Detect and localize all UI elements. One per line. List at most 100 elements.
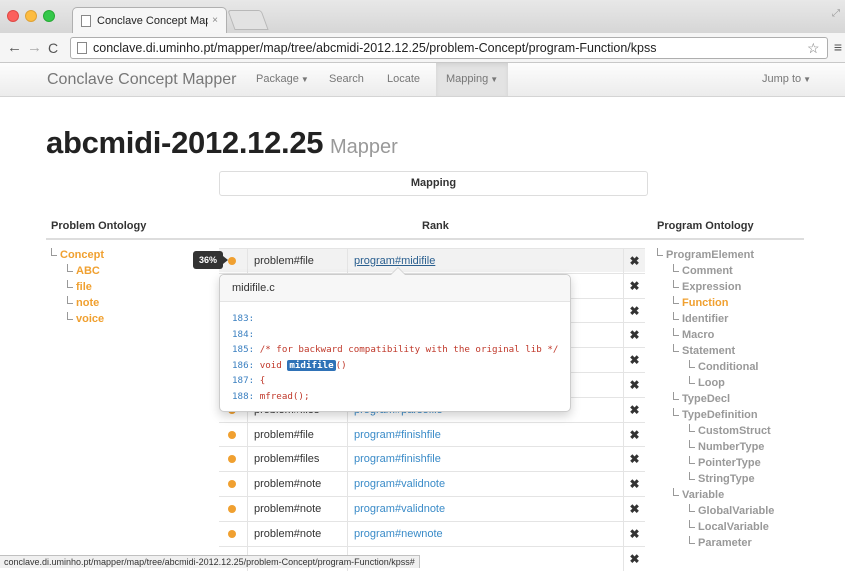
table-row[interactable]: problem#note program#validnote ✖ bbox=[219, 496, 645, 521]
remove-mapping-icon[interactable]: ✖ bbox=[623, 373, 645, 397]
table-row[interactable]: problem#file program#midifile ✖ bbox=[219, 248, 645, 273]
tree-node-abc[interactable]: ABC bbox=[67, 264, 100, 278]
remove-mapping-icon[interactable]: ✖ bbox=[623, 273, 645, 298]
tree-node-label: Identifier bbox=[682, 313, 729, 325]
browser-tab[interactable]: Conclave Concept Mapper × bbox=[72, 7, 227, 33]
tree-node-function[interactable]: Function bbox=[673, 296, 728, 310]
bookmark-star-icon[interactable]: ☆ bbox=[807, 40, 827, 57]
forward-arrow-icon[interactable]: → bbox=[27, 38, 42, 58]
tree-elbow bbox=[673, 280, 679, 288]
line-number: 188: bbox=[232, 390, 255, 402]
table-row[interactable]: problem#note program#validnote ✖ bbox=[219, 471, 645, 497]
tree-elbow bbox=[51, 248, 57, 256]
code-text: mfread(); bbox=[259, 390, 310, 402]
page-icon bbox=[81, 14, 91, 27]
popover-title: midifile.c bbox=[220, 275, 570, 302]
nav-mapping[interactable]: Mapping ▼ bbox=[436, 63, 509, 96]
new-tab-button[interactable] bbox=[227, 10, 269, 30]
tree-elbow bbox=[689, 360, 695, 368]
tree-node-typedefinition[interactable]: TypeDefinition bbox=[673, 408, 758, 422]
tree-node-pointertype[interactable]: PointerType bbox=[689, 456, 761, 470]
problem-ontology-heading: Problem Ontology bbox=[51, 220, 147, 232]
remove-mapping-icon[interactable]: ✖ bbox=[623, 521, 645, 546]
tree-node-label: file bbox=[76, 281, 92, 293]
nav-package[interactable]: Package ▼ bbox=[246, 63, 319, 96]
remove-mapping-icon[interactable]: ✖ bbox=[623, 546, 645, 571]
tree-node-variable[interactable]: Variable bbox=[673, 488, 724, 502]
tree-node-identifier[interactable]: Identifier bbox=[673, 312, 728, 326]
code-text: { bbox=[259, 375, 266, 387]
nav-search[interactable]: Search bbox=[319, 63, 374, 96]
program-concept-link[interactable]: program#newnote bbox=[347, 521, 623, 546]
tree-node-concept[interactable]: Concept bbox=[51, 248, 104, 262]
tree-node-label: Macro bbox=[682, 329, 715, 341]
tree-node-label: TypeDefinition bbox=[682, 409, 758, 421]
nav-jump-label: Jump to bbox=[762, 73, 802, 85]
remove-mapping-icon[interactable]: ✖ bbox=[623, 249, 645, 273]
close-window-button[interactable] bbox=[7, 10, 19, 22]
remove-mapping-icon[interactable]: ✖ bbox=[623, 472, 645, 497]
remove-mapping-icon[interactable]: ✖ bbox=[623, 348, 645, 373]
code-line: 187: { bbox=[232, 373, 558, 389]
program-concept-link[interactable]: program#finishfile bbox=[347, 447, 623, 472]
tree-node-typedecl[interactable]: TypeDecl bbox=[673, 392, 730, 406]
tree-node-numbertype[interactable]: NumberType bbox=[689, 440, 764, 454]
nav-locate[interactable]: Locate bbox=[377, 63, 430, 96]
code-line: 184: bbox=[232, 327, 558, 343]
tree-node-label: Parameter bbox=[698, 537, 752, 549]
tree-node-conditional[interactable]: Conditional bbox=[689, 360, 759, 374]
line-number: 184: bbox=[232, 328, 255, 340]
address-bar[interactable]: conclave.di.uminho.pt/mapper/map/tree/ab… bbox=[70, 37, 828, 59]
code-text: void bbox=[259, 359, 288, 371]
tree-node-expression[interactable]: Expression bbox=[673, 280, 741, 294]
table-row[interactable]: problem#note program#newnote ✖ bbox=[219, 520, 645, 546]
fullscreen-icon[interactable]: ⤢ bbox=[832, 8, 840, 19]
minimize-window-button[interactable] bbox=[25, 10, 37, 22]
tree-node-loop[interactable]: Loop bbox=[689, 376, 725, 390]
remove-mapping-icon[interactable]: ✖ bbox=[623, 298, 645, 323]
tree-node-file[interactable]: file bbox=[67, 280, 92, 294]
table-row[interactable]: problem#files program#finishfile ✖ bbox=[219, 446, 645, 472]
tree-node-label: Statement bbox=[682, 345, 736, 357]
nav-jump-to[interactable]: Jump to ▼ bbox=[752, 63, 821, 96]
remove-mapping-icon[interactable]: ✖ bbox=[623, 397, 645, 422]
tree-node-voice[interactable]: voice bbox=[67, 312, 104, 326]
remove-mapping-icon[interactable]: ✖ bbox=[623, 323, 645, 348]
remove-mapping-icon[interactable]: ✖ bbox=[623, 447, 645, 472]
tree-elbow bbox=[689, 376, 695, 384]
program-concept-link[interactable]: program#finishfile bbox=[347, 422, 623, 447]
browser-menu-icon[interactable]: ≡ bbox=[834, 39, 842, 55]
tree-node-label: Loop bbox=[698, 377, 725, 389]
tree-node-stringtype[interactable]: StringType bbox=[689, 472, 755, 486]
tree-node-parameter[interactable]: Parameter bbox=[689, 536, 752, 550]
tree-node-statement[interactable]: Statement bbox=[673, 344, 735, 358]
back-arrow-icon[interactable]: ← bbox=[7, 38, 22, 58]
program-concept-link[interactable]: program#validnote bbox=[347, 497, 623, 521]
tree-elbow bbox=[67, 280, 73, 288]
tree-node-label: Comment bbox=[682, 265, 733, 277]
tree-node-programelement[interactable]: ProgramElement bbox=[657, 248, 754, 262]
code-text: /* for backward compatibility with the o… bbox=[259, 344, 559, 356]
zoom-window-button[interactable] bbox=[43, 10, 55, 22]
tree-node-note[interactable]: note bbox=[67, 296, 99, 310]
remove-mapping-icon[interactable]: ✖ bbox=[623, 422, 645, 447]
remove-mapping-icon[interactable]: ✖ bbox=[623, 497, 645, 521]
program-concept-link[interactable]: program#midifile bbox=[347, 249, 623, 273]
brand[interactable]: Conclave Concept Mapper bbox=[47, 71, 236, 89]
tree-node-localvariable[interactable]: LocalVariable bbox=[689, 520, 769, 534]
status-bar-url: conclave.di.uminho.pt/mapper/map/tree/ab… bbox=[0, 555, 420, 568]
program-concept-link[interactable]: program#validnote bbox=[347, 472, 623, 497]
tree-node-comment[interactable]: Comment bbox=[673, 264, 733, 278]
tree-node-customstruct[interactable]: CustomStruct bbox=[689, 424, 771, 438]
nav-package-label: Package bbox=[256, 73, 299, 85]
tree-node-globalvariable[interactable]: GlobalVariable bbox=[689, 504, 774, 518]
reload-icon[interactable]: C bbox=[48, 38, 58, 58]
table-row[interactable]: problem#file program#finishfile ✖ bbox=[219, 421, 645, 447]
tab-close-icon[interactable]: × bbox=[212, 15, 218, 26]
tree-elbow bbox=[689, 504, 695, 512]
tree-node-label: Function bbox=[682, 297, 729, 309]
tree-node-macro[interactable]: Macro bbox=[673, 328, 714, 342]
tree-node-label: TypeDecl bbox=[682, 393, 731, 405]
problem-concept-cell: problem#note bbox=[247, 521, 347, 546]
tree-elbow bbox=[689, 424, 695, 432]
